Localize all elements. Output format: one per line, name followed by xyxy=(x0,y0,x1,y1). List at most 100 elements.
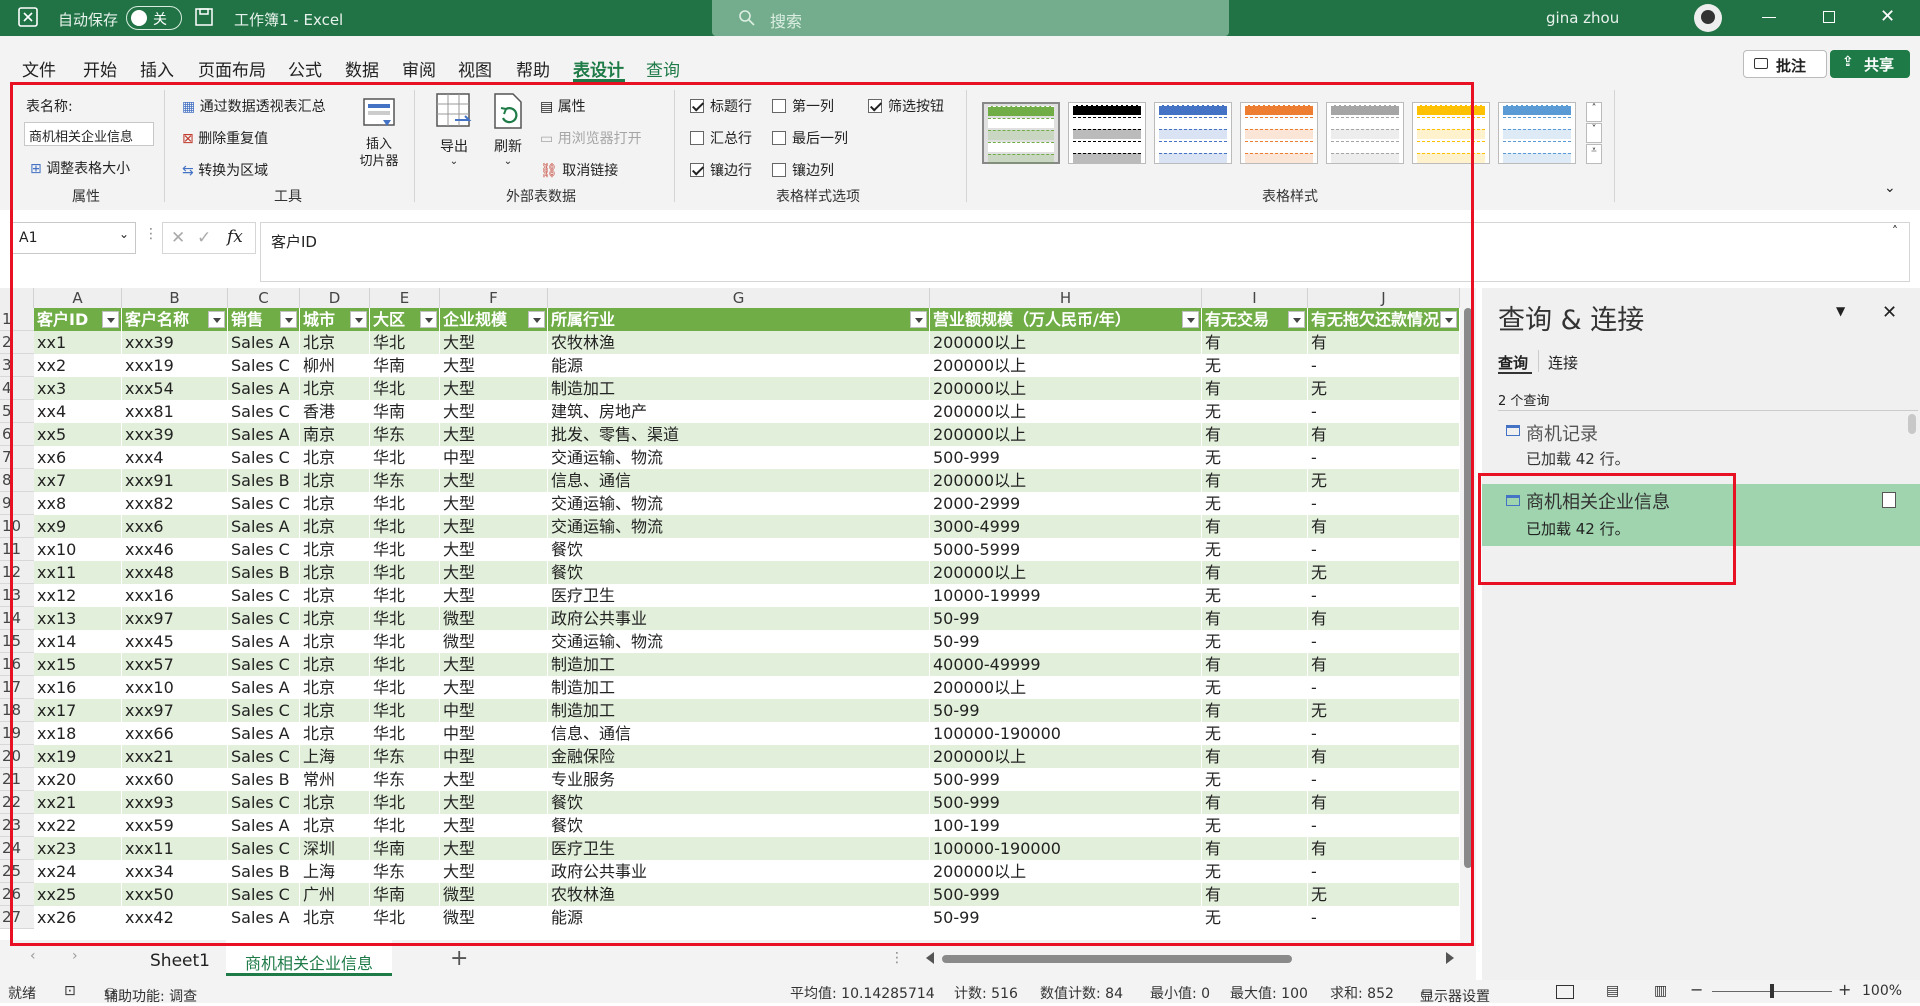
table-cell[interactable]: 中型 xyxy=(440,446,548,469)
row-number[interactable]: 15 xyxy=(0,630,34,653)
table-cell[interactable]: xx13 xyxy=(34,607,122,630)
table-cell[interactable]: 有 xyxy=(1308,791,1460,814)
table-cell[interactable]: Sales B xyxy=(228,768,300,791)
table-cell[interactable]: xx7 xyxy=(34,469,122,492)
header-cell[interactable]: 营业额规模（万人民币/年） xyxy=(930,308,1202,331)
table-cell[interactable]: 无 xyxy=(1202,630,1308,653)
table-cell[interactable]: 5000-5999 xyxy=(930,538,1202,561)
table-cell[interactable]: 有 xyxy=(1308,745,1460,768)
table-cell[interactable]: 能源 xyxy=(548,354,930,377)
row-number[interactable]: 8 xyxy=(0,469,34,492)
table-cell[interactable]: 华北 xyxy=(370,446,440,469)
table-cell[interactable]: 华东 xyxy=(370,423,440,446)
name-box[interactable]: A1 ⌄ xyxy=(12,222,136,254)
table-cell[interactable]: 华东 xyxy=(370,469,440,492)
table-cell[interactable]: xxx82 xyxy=(122,492,228,515)
table-cell[interactable]: Sales C xyxy=(228,492,300,515)
table-cell[interactable]: 政府公共事业 xyxy=(548,860,930,883)
table-cell[interactable]: xxx57 xyxy=(122,653,228,676)
column-header[interactable]: I xyxy=(1202,288,1308,308)
table-cell[interactable]: 无 xyxy=(1202,400,1308,423)
table-cell[interactable]: 华东 xyxy=(370,745,440,768)
table-cell[interactable]: 交通运输、物流 xyxy=(548,446,930,469)
table-cell[interactable]: 有 xyxy=(1202,791,1308,814)
table-cell[interactable]: 大型 xyxy=(440,860,548,883)
table-cell[interactable]: 北京 xyxy=(300,492,370,515)
table-cell[interactable]: 无 xyxy=(1308,377,1460,400)
table-cell[interactable]: Sales A xyxy=(228,630,300,653)
pane-tab-connections[interactable]: 连接 xyxy=(1548,352,1578,373)
table-cell[interactable]: 医疗卫生 xyxy=(548,584,930,607)
row-number[interactable]: 1 xyxy=(0,308,34,331)
tab-review[interactable]: 审阅 xyxy=(402,56,436,81)
row-number[interactable]: 27 xyxy=(0,906,34,929)
table-cell[interactable]: xx8 xyxy=(34,492,122,515)
table-cell[interactable]: 大型 xyxy=(440,492,548,515)
function-icon[interactable]: fx xyxy=(227,227,243,247)
table-cell[interactable]: 华北 xyxy=(370,331,440,354)
table-cell[interactable]: xx4 xyxy=(34,400,122,423)
table-cell[interactable]: 微型 xyxy=(440,607,548,630)
table-style-swatch[interactable] xyxy=(1240,102,1318,164)
table-cell[interactable]: xxx21 xyxy=(122,745,228,768)
table-cell[interactable]: xx16 xyxy=(34,676,122,699)
collapse-formula-icon[interactable]: ˄ xyxy=(1892,224,1898,238)
table-cell[interactable]: - xyxy=(1308,630,1460,653)
filter-dropdown-icon[interactable] xyxy=(1288,311,1305,328)
unlink-button[interactable]: ⛓ 取消链接 xyxy=(540,160,618,180)
table-cell[interactable]: xx6 xyxy=(34,446,122,469)
table-cell[interactable]: 交通运输、物流 xyxy=(548,630,930,653)
confirm-icon[interactable]: ✓ xyxy=(197,228,211,248)
table-cell[interactable]: 建筑、房地产 xyxy=(548,400,930,423)
table-cell[interactable]: 500-999 xyxy=(930,446,1202,469)
table-cell[interactable]: xxx59 xyxy=(122,814,228,837)
table-cell[interactable]: xxx39 xyxy=(122,423,228,446)
header-cell[interactable]: 销售 xyxy=(228,308,300,331)
table-cell[interactable]: 无 xyxy=(1202,814,1308,837)
table-cell[interactable]: 有 xyxy=(1202,653,1308,676)
table-style-swatch[interactable] xyxy=(1068,102,1146,164)
row-number[interactable]: 6 xyxy=(0,423,34,446)
first-column-checkbox[interactable]: 第一列 xyxy=(772,96,834,116)
minimize-icon[interactable] xyxy=(1762,17,1776,18)
table-cell[interactable]: 有 xyxy=(1202,745,1308,768)
table-cell[interactable]: Sales A xyxy=(228,676,300,699)
table-cell[interactable]: 华南 xyxy=(370,837,440,860)
table-style-swatch[interactable] xyxy=(1154,102,1232,164)
table-style-swatch[interactable] xyxy=(1412,102,1490,164)
zoom-level[interactable]: 100% xyxy=(1862,983,1902,999)
table-cell[interactable]: 50-99 xyxy=(930,906,1202,929)
table-cell[interactable]: 200000以上 xyxy=(930,561,1202,584)
table-cell[interactable]: 华北 xyxy=(370,377,440,400)
table-cell[interactable]: Sales C xyxy=(228,446,300,469)
add-sheet-icon[interactable]: + xyxy=(450,946,468,971)
table-style-swatch[interactable] xyxy=(1498,102,1576,164)
table-cell[interactable]: 大型 xyxy=(440,515,548,538)
table-cell[interactable]: 北京 xyxy=(300,515,370,538)
table-cell[interactable]: 北京 xyxy=(300,446,370,469)
table-cell[interactable]: 餐饮 xyxy=(548,814,930,837)
table-cell[interactable]: 南京 xyxy=(300,423,370,446)
zoom-slider-thumb[interactable] xyxy=(1770,984,1774,998)
table-cell[interactable]: 医疗卫生 xyxy=(548,837,930,860)
sheet-tab-active[interactable]: 商机相关企业信息 xyxy=(226,940,392,976)
table-cell[interactable]: 有 xyxy=(1202,469,1308,492)
zoom-in-button[interactable]: + xyxy=(1838,980,1851,999)
banded-columns-checkbox[interactable]: 镶边列 xyxy=(772,160,834,180)
table-cell[interactable]: 有 xyxy=(1202,607,1308,630)
table-cell[interactable]: 有 xyxy=(1308,653,1460,676)
table-cell[interactable]: 中型 xyxy=(440,699,548,722)
table-cell[interactable]: 餐饮 xyxy=(548,561,930,584)
table-cell[interactable]: Sales B xyxy=(228,860,300,883)
header-cell[interactable]: 城市 xyxy=(300,308,370,331)
table-cell[interactable]: 华北 xyxy=(370,791,440,814)
table-cell[interactable]: 无 xyxy=(1202,538,1308,561)
table-cell[interactable]: Sales C xyxy=(228,354,300,377)
table-cell[interactable]: 制造加工 xyxy=(548,676,930,699)
table-cell[interactable]: xx15 xyxy=(34,653,122,676)
table-cell[interactable]: xx17 xyxy=(34,699,122,722)
table-cell[interactable]: 深圳 xyxy=(300,837,370,860)
table-cell[interactable]: Sales C xyxy=(228,400,300,423)
worksheet-grid[interactable]: ABCDEFGHIJ 1 客户ID 客户名称 销售 城市 大区 企业规模 所属行业 营业额规模（… xyxy=(0,288,1476,940)
search-box[interactable]: 搜索 xyxy=(712,0,1229,36)
